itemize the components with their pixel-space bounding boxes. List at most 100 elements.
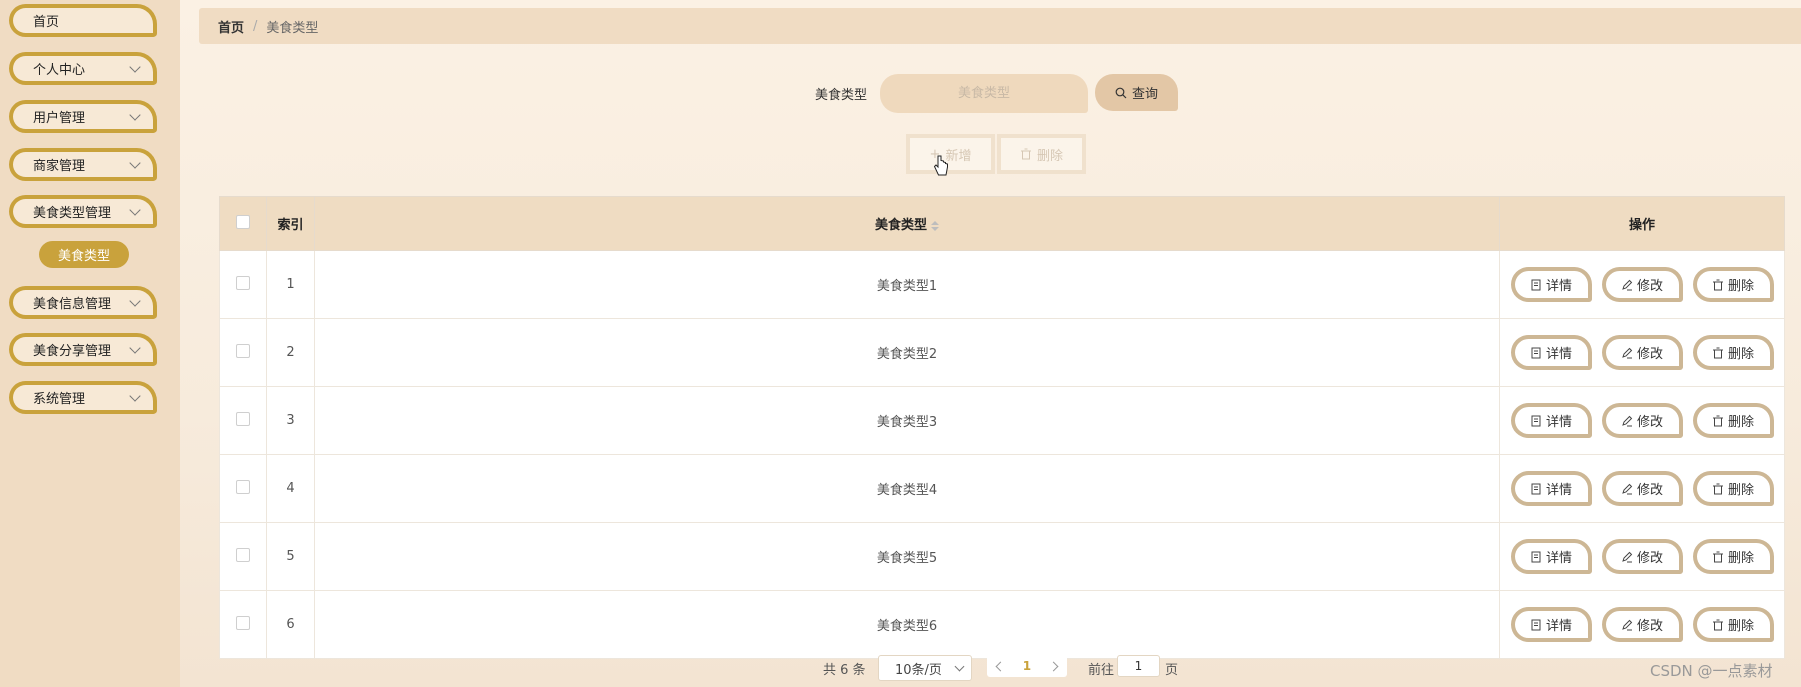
select-all-cell[interactable] (219, 196, 267, 251)
sidebar-item-system-management[interactable]: 系统管理 (9, 381, 157, 414)
sidebar-item-personal-center[interactable]: 个人中心 (9, 52, 157, 85)
sidebar-item-user-management[interactable]: 用户管理 (9, 100, 157, 133)
sidebar-item-label: 首页 (33, 15, 60, 30)
row-select-cell[interactable] (219, 454, 267, 523)
row-checkbox[interactable] (236, 547, 250, 562)
row-checkbox[interactable] (236, 275, 250, 290)
sidebar-item-food-share-management[interactable]: 美食分享管理 (9, 333, 157, 366)
goto-page-input[interactable] (1117, 655, 1160, 677)
breadcrumb-home[interactable]: 首页 (218, 17, 244, 36)
delete-button[interactable]: 删除 (1692, 607, 1774, 642)
sidebar-subitem-label: 美食类型 (57, 249, 110, 264)
detail-button[interactable]: 详情 (1510, 335, 1592, 370)
pencil-icon (1622, 279, 1633, 290)
sort-icon[interactable] (931, 220, 939, 231)
table-row: 4 美食类型4 详情 修改 删除 (219, 454, 1785, 523)
pencil-icon (1622, 483, 1633, 494)
chevron-down-icon (129, 156, 141, 169)
detail-button[interactable]: 详情 (1510, 403, 1592, 438)
row-index: 5 (266, 522, 315, 591)
edit-button[interactable]: 修改 (1601, 267, 1683, 302)
table-row: 1 美食类型1 详情 修改 删除 (219, 250, 1785, 319)
chevron-down-icon (129, 341, 141, 354)
next-page-icon[interactable] (1048, 661, 1059, 671)
row-checkbox[interactable] (236, 615, 250, 630)
chevron-down-icon (129, 389, 141, 402)
edit-button-label: 修改 (1636, 551, 1663, 566)
prev-page-icon[interactable] (995, 661, 1006, 671)
query-button[interactable]: 查询 (1095, 74, 1178, 111)
delete-button[interactable]: 删除 (1692, 267, 1774, 302)
page-size-select[interactable]: 10条/页 (878, 655, 972, 681)
detail-button[interactable]: 详情 (1510, 267, 1592, 302)
goto-label: 前往 (1088, 663, 1115, 678)
row-index: 1 (266, 250, 315, 319)
row-food-type: 美食类型5 (314, 522, 1500, 591)
detail-button-label: 详情 (1545, 415, 1572, 430)
row-ops: 详情 修改 删除 (1499, 590, 1785, 659)
query-button-label: 查询 (1131, 87, 1158, 102)
column-header-type[interactable]: 美食类型 (314, 196, 1500, 251)
trash-icon (1712, 347, 1723, 358)
edit-button[interactable]: 修改 (1601, 539, 1683, 574)
page-number-current[interactable]: 1 (1023, 659, 1031, 673)
chevron-down-icon (129, 294, 141, 307)
column-header-index: 索引 (266, 196, 315, 251)
document-icon (1531, 415, 1541, 426)
sidebar-item-food-info-management[interactable]: 美食信息管理 (9, 286, 157, 319)
watermark: CSDN @一点素材 (1650, 662, 1773, 680)
table-header-row: 索引 美食类型 操作 (219, 196, 1785, 251)
delete-button[interactable]: 删除 (1692, 471, 1774, 506)
pagination: 共 6 条 10条/页 1 前往 页 (0, 655, 1801, 681)
row-select-cell[interactable] (219, 318, 267, 387)
pagination-total: 共 6 条 (823, 663, 866, 678)
mouse-cursor-icon (933, 155, 948, 176)
sidebar-item-merchant-management[interactable]: 商家管理 (9, 148, 157, 181)
table-row: 3 美食类型3 详情 修改 删除 (219, 386, 1785, 455)
edit-button[interactable]: 修改 (1601, 403, 1683, 438)
chevron-down-icon (129, 60, 141, 73)
delete-button[interactable]: 删除 (1692, 403, 1774, 438)
edit-button[interactable]: 修改 (1601, 607, 1683, 642)
column-header-ops: 操作 (1499, 196, 1785, 251)
row-checkbox[interactable] (236, 343, 250, 358)
delete-button-label: 删除 (1727, 483, 1754, 498)
detail-button[interactable]: 详情 (1510, 607, 1592, 642)
detail-button[interactable]: 详情 (1510, 539, 1592, 574)
sidebar-item-food-type-management[interactable]: 美食类型管理 (9, 195, 157, 228)
sidebar-item-label: 用户管理 (33, 111, 86, 126)
sidebar-item-label: 系统管理 (33, 392, 86, 407)
sidebar-item-label: 美食类型管理 (33, 206, 112, 221)
row-index: 4 (266, 454, 315, 523)
sidebar-subitem-food-type[interactable]: 美食类型 (39, 241, 129, 268)
chevron-down-icon (129, 203, 141, 216)
row-select-cell[interactable] (219, 250, 267, 319)
detail-button-label: 详情 (1545, 279, 1572, 294)
row-select-cell[interactable] (219, 590, 267, 659)
row-ops: 详情 修改 删除 (1499, 250, 1785, 319)
row-checkbox[interactable] (236, 479, 250, 494)
search-input[interactable] (880, 74, 1088, 113)
edit-button[interactable]: 修改 (1601, 471, 1683, 506)
column-header-type-label: 美食类型 (874, 218, 927, 233)
row-food-type: 美食类型4 (314, 454, 1500, 523)
sidebar-item-home[interactable]: 首页 (9, 4, 157, 37)
select-all-checkbox[interactable] (236, 214, 250, 229)
row-select-cell[interactable] (219, 386, 267, 455)
delete-button[interactable]: 删除 (1692, 539, 1774, 574)
chevron-down-icon (954, 661, 965, 671)
pencil-icon (1622, 619, 1633, 630)
breadcrumb-separator: / (253, 18, 258, 34)
delete-button-label: 删除 (1727, 551, 1754, 566)
delete-button[interactable]: 删除 (1692, 335, 1774, 370)
add-button[interactable]: + 新增 (906, 134, 995, 174)
row-checkbox[interactable] (236, 411, 250, 426)
edit-button-label: 修改 (1636, 483, 1663, 498)
edit-button[interactable]: 修改 (1601, 335, 1683, 370)
detail-button[interactable]: 详情 (1510, 471, 1592, 506)
row-select-cell[interactable] (219, 522, 267, 591)
document-icon (1531, 347, 1541, 358)
trash-icon (1712, 279, 1723, 290)
batch-delete-button[interactable]: 删除 (997, 134, 1086, 174)
row-ops: 详情 修改 删除 (1499, 454, 1785, 523)
